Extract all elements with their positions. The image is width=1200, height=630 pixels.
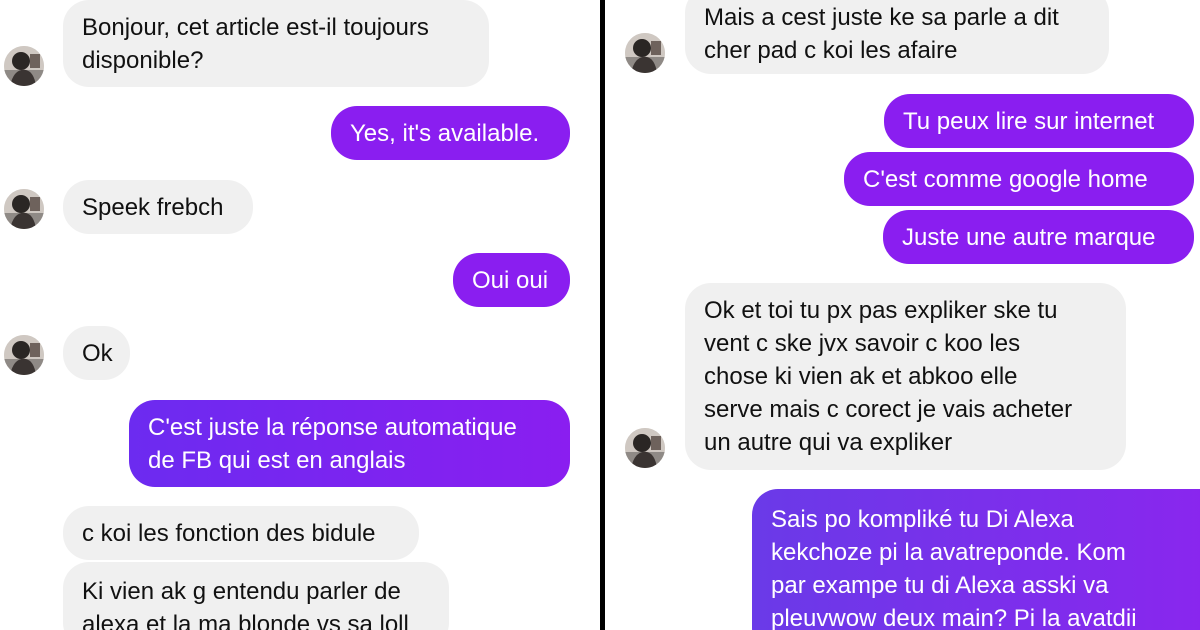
avatar-photo-icon	[4, 189, 44, 229]
contact-avatar[interactable]	[625, 33, 665, 73]
outgoing-message[interactable]: Oui oui	[453, 253, 570, 307]
outgoing-message[interactable]: C'est comme google home	[844, 152, 1194, 206]
avatar-photo-icon	[625, 428, 665, 468]
contact-avatar[interactable]	[625, 428, 665, 468]
left-conversation-panel: Bonjour, cet article est-il toujours dis…	[0, 0, 600, 630]
contact-avatar[interactable]	[4, 46, 44, 86]
incoming-message[interactable]: Ki vien ak g entendu parler de alexa et …	[63, 562, 449, 630]
incoming-message[interactable]: Ok et toi tu px pas expliker ske tu vent…	[685, 283, 1126, 470]
avatar-photo-icon	[4, 335, 44, 375]
outgoing-message[interactable]: Yes, it's available.	[331, 106, 570, 160]
incoming-message[interactable]: Mais a cest juste ke sa parle a dit cher…	[685, 0, 1109, 74]
incoming-message[interactable]: Bonjour, cet article est-il toujours dis…	[63, 0, 489, 87]
avatar-photo-icon	[4, 46, 44, 86]
incoming-message[interactable]: Speek frebch	[63, 180, 253, 234]
outgoing-message[interactable]: Sais po kompliké tu Di Alexa kekchoze pi…	[752, 489, 1200, 630]
outgoing-message[interactable]: Tu peux lire sur internet	[884, 94, 1194, 148]
outgoing-message[interactable]: Juste une autre marque	[883, 210, 1194, 264]
outgoing-message[interactable]: C'est juste la réponse automatique de FB…	[129, 400, 570, 487]
right-conversation-panel: Mais a cest juste ke sa parle a dit cher…	[605, 0, 1200, 630]
avatar-photo-icon	[625, 33, 665, 73]
incoming-message[interactable]: c koi les fonction des bidule	[63, 506, 419, 560]
contact-avatar[interactable]	[4, 189, 44, 229]
incoming-message[interactable]: Ok	[63, 326, 130, 380]
contact-avatar[interactable]	[4, 335, 44, 375]
